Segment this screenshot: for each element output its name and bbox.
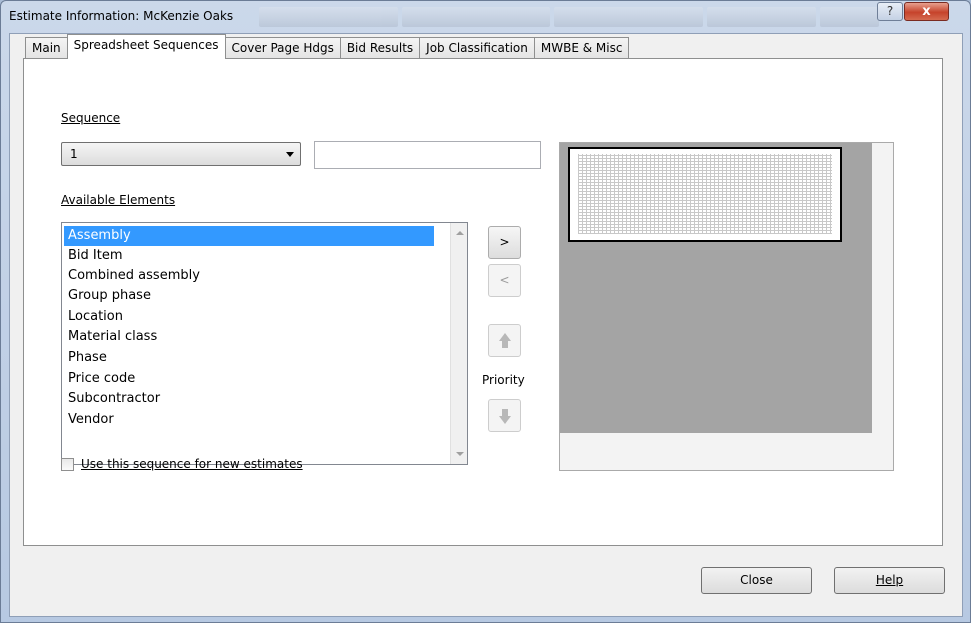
list-item[interactable]: Subcontractor <box>64 389 434 409</box>
preview-grid <box>578 154 832 234</box>
title-bar[interactable]: Estimate Information: McKenzie Oaks ? x <box>1 1 970 33</box>
sequence-label: Sequence <box>61 111 121 125</box>
preview-spreadsheet <box>568 147 842 242</box>
tab-job-classification[interactable]: Job Classification <box>419 37 535 59</box>
close-button[interactable]: Close <box>701 567 812 594</box>
window-title: Estimate Information: McKenzie Oaks <box>9 9 234 23</box>
tab-mwbe-misc[interactable]: MWBE & Misc <box>533 37 630 59</box>
background-columns <box>259 7 880 29</box>
list-item[interactable]: Location <box>64 307 434 327</box>
remove-element-button[interactable]: < <box>488 264 521 297</box>
add-element-button[interactable]: > <box>488 226 521 259</box>
available-elements-label: Available Elements <box>61 193 176 207</box>
use-for-new-estimates-label[interactable]: Use this sequence for new estimates <box>81 457 303 471</box>
use-for-new-estimates-text: Use this sequence for new estimates <box>81 457 303 471</box>
scroll-down-icon[interactable] <box>456 452 464 456</box>
tab-main[interactable]: Main <box>25 37 68 59</box>
chevron-down-icon <box>286 152 294 157</box>
list-item[interactable]: Combined assembly <box>64 266 434 286</box>
preview-background <box>560 143 872 433</box>
available-elements-list[interactable]: Assembly Bid Item Combined assembly Grou… <box>61 222 468 465</box>
help-button-label: Help <box>875 573 904 587</box>
tab-bid-results[interactable]: Bid Results <box>339 37 421 59</box>
use-for-new-estimates-checkbox[interactable] <box>61 458 74 471</box>
priority-down-button[interactable] <box>488 399 521 432</box>
list-item[interactable]: Assembly <box>64 226 434 246</box>
arrow-up-icon <box>499 333 511 341</box>
priority-up-button[interactable] <box>488 324 521 357</box>
titlebar-help-button[interactable]: ? <box>877 2 903 21</box>
list-item[interactable]: Price code <box>64 369 434 389</box>
tab-cover-page-hdgs[interactable]: Cover Page Hdgs <box>224 37 341 59</box>
sequence-description-input[interactable] <box>314 141 541 169</box>
list-item[interactable]: Phase <box>64 348 434 368</box>
arrow-down-icon <box>499 416 511 424</box>
sequence-dropdown[interactable]: 1 <box>61 142 301 166</box>
dialog-window: Estimate Information: McKenzie Oaks ? x … <box>0 0 971 623</box>
list-item[interactable]: Group phase <box>64 286 434 306</box>
help-button[interactable]: Help <box>834 567 945 594</box>
list-item[interactable]: Bid Item <box>64 246 434 266</box>
list-item[interactable]: Material class <box>64 327 434 347</box>
arrow-up-stem <box>502 341 508 348</box>
sequence-value: 1 <box>70 147 78 161</box>
list-scrollbar[interactable] <box>450 223 467 464</box>
sequence-preview <box>559 142 894 471</box>
list-item[interactable]: Vendor <box>64 410 434 430</box>
tab-strip: Main Spreadsheet Sequences Cover Page Hd… <box>25 34 630 59</box>
titlebar-close-button[interactable]: x <box>904 2 949 21</box>
scroll-up-icon[interactable] <box>456 231 464 235</box>
arrow-down-stem <box>502 409 508 416</box>
tab-spreadsheet-sequences[interactable]: Spreadsheet Sequences <box>66 34 226 59</box>
priority-label: Priority <box>482 373 525 387</box>
